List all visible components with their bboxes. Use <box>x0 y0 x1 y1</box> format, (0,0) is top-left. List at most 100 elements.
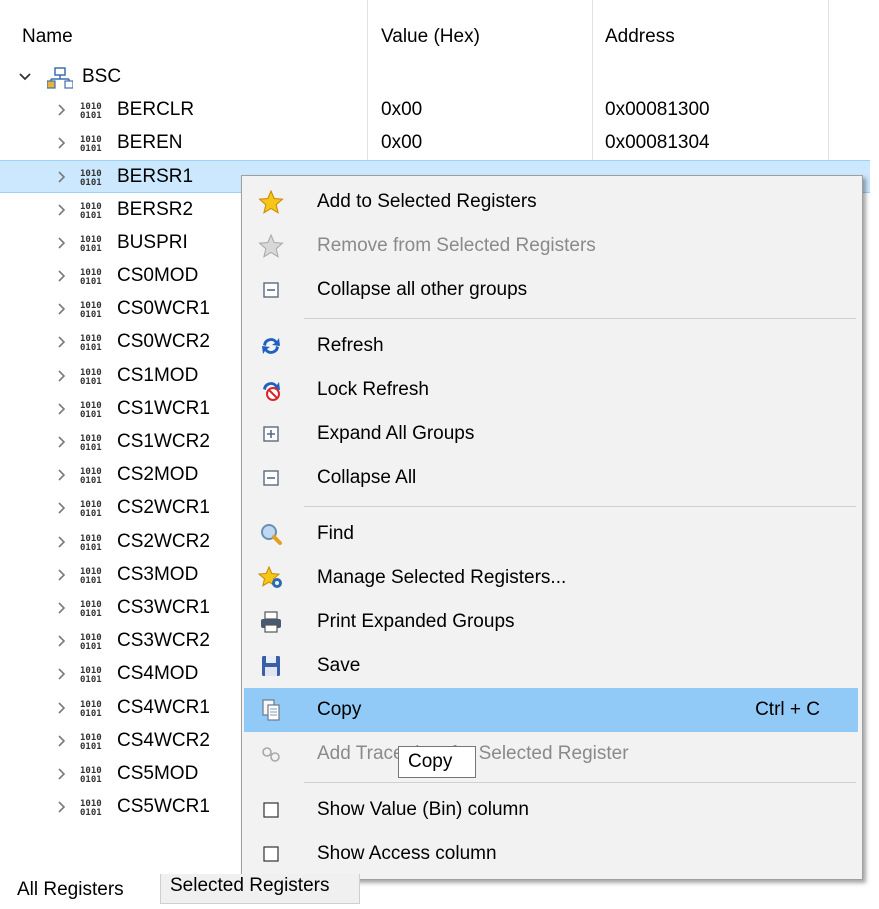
table-header: Name Value (Hex) Address <box>0 0 879 62</box>
tab-bar: All Registers Selected Registers <box>0 874 879 909</box>
chevron-down-icon[interactable] <box>18 67 32 91</box>
chevron-right-icon[interactable] <box>55 399 69 419</box>
chevron-right-icon[interactable] <box>55 100 69 120</box>
register-icon: 1010 0101 <box>80 201 110 221</box>
svg-text:0101: 0101 <box>80 576 102 584</box>
chevron-right-icon[interactable] <box>55 465 69 485</box>
menu-item-expand-all[interactable]: Expand All Groups <box>244 412 858 456</box>
register-value[interactable]: 0x00 <box>381 132 422 154</box>
register-name: BUSPRI <box>117 231 188 253</box>
svg-text:0101: 0101 <box>80 709 102 717</box>
chevron-right-icon[interactable] <box>55 565 69 585</box>
collapse-icon <box>258 466 284 490</box>
star-gear-icon <box>257 565 284 590</box>
register-name: CS3WCR1 <box>117 597 210 618</box>
register-name: CS5WCR1 <box>117 796 210 818</box>
tab-all-registers[interactable]: All Registers <box>0 874 160 909</box>
chevron-right-icon[interactable] <box>55 698 69 718</box>
menu-item-collapse-other[interactable]: Collapse all other groups <box>244 268 858 312</box>
table-row[interactable]: 1010 0101 BEREN 0x00 0x00081304 <box>0 127 870 160</box>
menu-item-manage-selected[interactable]: Manage Selected Registers... <box>244 556 858 600</box>
menu-item-collapse-all[interactable]: Collapse All <box>244 456 858 500</box>
register-name: CS1MOD <box>117 364 199 386</box>
chevron-right-icon[interactable] <box>55 598 69 618</box>
register-icon: 1010 0101 <box>80 134 110 154</box>
menu-separator <box>304 318 856 319</box>
menu-item-remove-selected[interactable]: Remove from Selected Registers <box>244 224 858 268</box>
group-label: BSC <box>82 66 122 87</box>
register-name: CS4WCR1 <box>117 696 210 718</box>
collapse-icon <box>258 278 284 302</box>
chevron-right-icon[interactable] <box>55 631 69 651</box>
star-remove-icon <box>258 233 284 258</box>
svg-text:0101: 0101 <box>80 310 102 318</box>
register-name: CS0WCR2 <box>117 331 210 353</box>
register-name: CS1WCR2 <box>117 431 210 452</box>
menu-item-show-bin[interactable]: Show Value (Bin) column <box>244 788 858 832</box>
group-row-bsc[interactable]: BSC <box>0 61 360 94</box>
register-icon: 1010 0101 <box>80 433 110 453</box>
svg-text:0101: 0101 <box>80 343 102 351</box>
svg-text:0101: 0101 <box>80 742 102 750</box>
checkbox-unchecked[interactable] <box>258 798 284 822</box>
chevron-right-icon[interactable] <box>55 498 69 518</box>
tab-selected-registers[interactable]: Selected Registers <box>160 874 360 904</box>
chevron-right-icon[interactable] <box>55 133 69 153</box>
register-icon: 1010 0101 <box>80 300 110 320</box>
menu-item-refresh[interactable]: Refresh <box>244 324 858 368</box>
chevron-right-icon[interactable] <box>55 764 69 784</box>
register-name: CS4MOD <box>117 663 199 685</box>
register-icon: 1010 0101 <box>80 732 110 752</box>
svg-text:0101: 0101 <box>80 642 102 650</box>
menu-item-save[interactable]: Save <box>244 644 858 688</box>
trace-icon <box>258 742 284 766</box>
menu-item-copy[interactable]: Copy Ctrl + C <box>244 688 858 732</box>
register-icon: 1010 0101 <box>80 234 110 254</box>
register-icon: 1010 0101 <box>80 367 110 387</box>
menu-item-add-selected[interactable]: Add to Selected Registers <box>244 180 858 224</box>
register-name: CS4WCR2 <box>117 729 210 751</box>
svg-text:0101: 0101 <box>80 476 102 484</box>
refresh-icon <box>258 334 284 358</box>
column-header-value[interactable]: Value (Hex) <box>381 26 480 48</box>
register-name: CS3MOD <box>117 563 199 585</box>
column-header-address[interactable]: Address <box>605 26 675 48</box>
menu-separator <box>304 782 856 783</box>
register-icon: 1010 0101 <box>80 499 110 519</box>
chevron-right-icon[interactable] <box>55 664 69 684</box>
register-name: BERCLR <box>117 99 195 120</box>
register-icon: 1010 0101 <box>80 466 110 486</box>
menu-item-add-trace[interactable]: Add Trace data for Selected Register <box>244 732 858 776</box>
column-header-name[interactable]: Name <box>22 26 73 48</box>
register-name: CS0WCR1 <box>117 298 210 320</box>
register-icon: 1010 0101 <box>80 632 110 652</box>
menu-item-lock-refresh[interactable]: Lock Refresh <box>244 368 858 412</box>
register-name: CS2MOD <box>117 464 199 486</box>
svg-text:0101: 0101 <box>80 675 102 683</box>
svg-text:0101: 0101 <box>80 808 102 816</box>
chevron-right-icon[interactable] <box>55 797 69 817</box>
menu-item-find[interactable]: Find <box>244 512 858 556</box>
register-group-icon <box>46 67 74 95</box>
svg-text:0101: 0101 <box>80 377 102 385</box>
menu-item-show-access[interactable]: Show Access column <box>244 832 858 876</box>
svg-text:0101: 0101 <box>80 509 102 517</box>
register-name: CS2WCR1 <box>117 497 210 519</box>
chevron-right-icon[interactable] <box>55 167 69 187</box>
table-row[interactable]: 1010 0101 BERCLR 0x00 0x00081300 <box>0 94 870 127</box>
svg-text:0101: 0101 <box>80 609 102 617</box>
svg-text:0101: 0101 <box>80 443 102 451</box>
register-value[interactable]: 0x00 <box>381 99 422 121</box>
chevron-right-icon[interactable] <box>55 332 69 352</box>
register-address: 0x00081304 <box>605 132 710 154</box>
chevron-right-icon[interactable] <box>55 233 69 253</box>
chevron-right-icon[interactable] <box>55 432 69 452</box>
checkbox-unchecked[interactable] <box>258 842 284 866</box>
chevron-right-icon[interactable] <box>55 532 69 552</box>
chevron-right-icon[interactable] <box>55 299 69 319</box>
chevron-right-icon[interactable] <box>55 731 69 751</box>
chevron-right-icon[interactable] <box>55 266 69 286</box>
chevron-right-icon[interactable] <box>55 366 69 386</box>
menu-item-print-expanded[interactable]: Print Expanded Groups <box>244 600 858 644</box>
chevron-right-icon[interactable] <box>55 200 69 220</box>
